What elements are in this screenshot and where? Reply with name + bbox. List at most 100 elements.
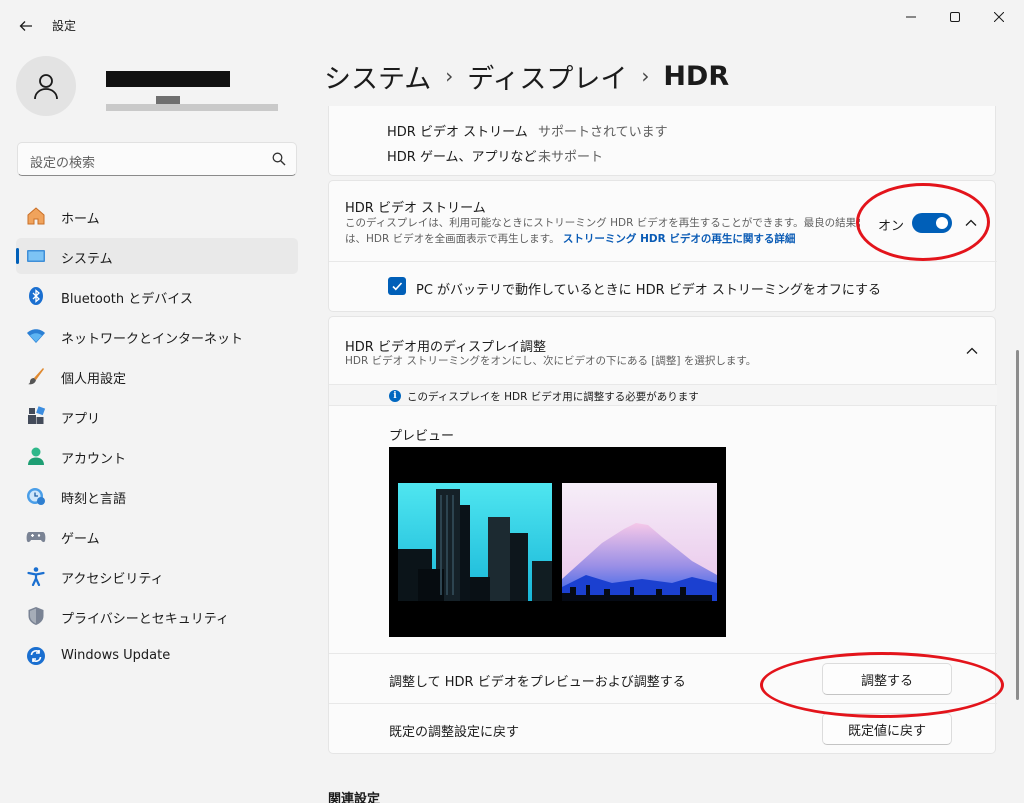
sidebar-item-apps[interactable]: アプリ	[16, 398, 298, 434]
divider	[329, 653, 997, 654]
sidebar-item-bluetooth[interactable]: Bluetooth とデバイス	[16, 278, 298, 314]
person-icon	[34, 74, 58, 100]
capability-value: サポートされています	[538, 125, 668, 140]
bluetooth-icon	[26, 286, 46, 306]
divider	[329, 261, 997, 262]
display-capabilities-card: HDR ビデオ ストリーム サポートされています HDR ゲーム、アプリなど 未…	[328, 106, 996, 176]
divider	[329, 703, 997, 704]
sidebar-item-label: 個人用設定	[61, 372, 127, 387]
chevron-up-icon[interactable]	[964, 216, 978, 230]
reset-defaults-button[interactable]: 既定値に戻す	[822, 713, 952, 745]
toggle-knob	[936, 217, 948, 229]
sidebar-item-label: ネットワークとインターネット	[61, 332, 244, 347]
maximize-icon	[950, 12, 960, 22]
hdr-preview-image	[389, 447, 726, 637]
content-area: HDR ビデオ ストリーム サポートされています HDR ゲーム、アプリなど 未…	[328, 106, 998, 803]
adjust-label: 調整して HDR ビデオをプレビューおよび調整する	[389, 675, 686, 690]
hdr-stream-title: HDR ビデオ ストリーム	[345, 201, 486, 216]
personalization-icon	[26, 366, 46, 386]
battery-streaming-off-label: PC がバッテリで動作しているときに HDR ビデオ ストリーミングをオフにする	[416, 283, 882, 298]
sidebar-item-label: ホーム	[61, 212, 100, 227]
system-icon	[26, 246, 46, 266]
sidebar-item-label: アカウント	[61, 452, 127, 467]
content-scrollbar[interactable]	[1016, 350, 1019, 700]
sidebar-item-accounts[interactable]: アカウント	[16, 438, 298, 474]
sidebar-item-label: 時刻と言語	[61, 492, 127, 507]
sidebar-item-windows-update[interactable]: Windows Update	[16, 638, 298, 674]
sidebar-item-label: アクセシビリティ	[61, 572, 164, 587]
apps-icon	[26, 406, 46, 426]
hdr-stream-desc-line2-wrap: は、HDR ビデオを全画面表示で再生します。 ストリーミング HDR ビデオの再…	[345, 231, 865, 247]
city-skyline-image	[398, 483, 552, 601]
windows-update-icon	[26, 646, 46, 666]
user-profile[interactable]	[16, 56, 306, 126]
back-arrow-icon	[19, 21, 32, 31]
close-button[interactable]	[976, 0, 1022, 34]
privacy-shield-icon	[26, 606, 46, 626]
settings-search-input[interactable]: 設定の検索	[17, 142, 297, 176]
capability-value: 未サポート	[538, 150, 604, 165]
redacted-email	[106, 104, 278, 111]
breadcrumb: システム › ディスプレイ › HDR	[324, 57, 730, 96]
hdr-stream-desc-line2: は、HDR ビデオを全画面表示で再生します。	[345, 233, 560, 245]
time-language-icon	[26, 486, 46, 506]
sidebar-item-label: ゲーム	[61, 532, 100, 547]
reset-label: 既定の調整設定に戻す	[389, 725, 520, 740]
sidebar-item-label: システム	[61, 252, 113, 267]
home-icon	[26, 206, 46, 226]
calibration-description: HDR ビデオ ストリーミングをオンにし、次にビデオの下にある [調整] を選択…	[345, 355, 757, 367]
hdr-video-stream-card: HDR ビデオ ストリーム このディスプレイは、利用可能なときにストリーミング …	[328, 180, 997, 312]
hdr-stream-desc-line1: このディスプレイは、利用可能なときにストリーミング HDR ビデオを再生すること…	[345, 217, 860, 229]
hdr-stream-description: このディスプレイは、利用可能なときにストリーミング HDR ビデオを再生すること…	[345, 215, 865, 247]
close-icon	[994, 12, 1004, 22]
page-title: HDR	[663, 60, 730, 92]
related-settings-heading: 関連設定	[328, 792, 381, 803]
sidebar-item-privacy[interactable]: プライバシーとセキュリティ	[16, 598, 298, 634]
search-icon	[272, 152, 286, 166]
title-bar: 設定	[0, 0, 1024, 48]
redacted-email-mark	[156, 96, 180, 104]
accessibility-icon	[26, 566, 46, 586]
capability-label: HDR ゲーム、アプリなど	[387, 150, 537, 165]
checkmark-icon	[392, 282, 403, 291]
minimize-button[interactable]	[888, 0, 934, 34]
breadcrumb-separator: ›	[641, 64, 650, 88]
calibrate-button[interactable]: 調整する	[822, 663, 952, 695]
breadcrumb-item-display[interactable]: ディスプレイ	[467, 57, 627, 96]
search-placeholder: 設定の検索	[30, 156, 96, 171]
sidebar-item-gaming[interactable]: ゲーム	[16, 518, 298, 554]
sidebar-item-label: Windows Update	[61, 648, 171, 663]
sidebar-item-label: アプリ	[61, 412, 101, 427]
sidebar-item-network[interactable]: ネットワークとインターネット	[16, 318, 298, 354]
redacted-username	[106, 71, 230, 87]
hdr-stream-learn-more-link[interactable]: ストリーミング HDR ビデオの再生に関する詳細	[563, 233, 795, 245]
sidebar-item-label: Bluetooth とデバイス	[61, 292, 193, 307]
sidebar-item-accessibility[interactable]: アクセシビリティ	[16, 558, 298, 594]
breadcrumb-item-system[interactable]: システム	[324, 57, 431, 96]
calibration-info-bar: i このディスプレイを HDR ビデオ用に調整する必要があります	[329, 384, 997, 406]
sidebar-item-home[interactable]: ホーム	[16, 198, 298, 234]
avatar	[16, 56, 76, 116]
network-icon	[26, 326, 46, 346]
preview-label: プレビュー	[389, 429, 455, 444]
sidebar-nav: ホーム システム Bluetooth とデバイス ネットワークとインターネット …	[16, 198, 298, 678]
breadcrumb-separator: ›	[445, 64, 454, 88]
battery-streaming-off-checkbox[interactable]	[388, 277, 406, 295]
sidebar-item-system[interactable]: システム	[16, 238, 298, 274]
back-button[interactable]	[12, 12, 40, 40]
hdr-calibration-card: HDR ビデオ用のディスプレイ調整 HDR ビデオ ストリーミングをオンにし、次…	[328, 316, 997, 754]
hdr-stream-toggle-state: オン	[878, 219, 905, 234]
hdr-stream-toggle[interactable]	[912, 213, 952, 233]
sidebar-item-time-language[interactable]: 時刻と言語	[16, 478, 298, 514]
gaming-icon	[26, 526, 46, 546]
account-icon	[26, 446, 46, 466]
minimize-icon	[906, 16, 916, 18]
chevron-up-icon[interactable]	[965, 344, 979, 358]
settings-window: 設定 設定の検索 ホーム システム Bluetooth とデバイス ネットワーク…	[0, 0, 1024, 803]
mountain-image	[562, 483, 717, 601]
info-icon: i	[389, 390, 401, 402]
sidebar-item-personalization[interactable]: 個人用設定	[16, 358, 298, 394]
maximize-button[interactable]	[932, 0, 978, 34]
capability-label: HDR ビデオ ストリーム	[387, 125, 528, 140]
sidebar-item-label: プライバシーとセキュリティ	[61, 612, 229, 627]
